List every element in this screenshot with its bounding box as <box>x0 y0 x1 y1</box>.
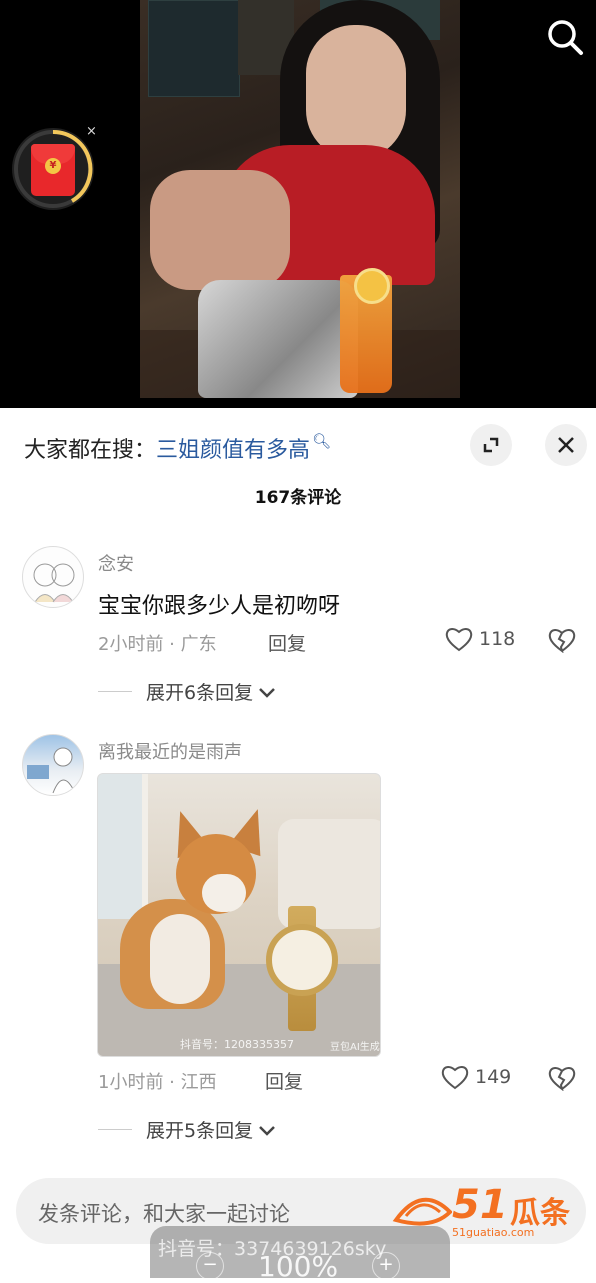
ai-generated-tag: 豆包AI生成 <box>330 1042 380 1053</box>
comment-username[interactable]: 念安 <box>98 550 134 576</box>
lemon-slice <box>354 268 390 304</box>
expand-replies-label: 展开6条回复 <box>146 682 254 704</box>
logo-site: 51guatiao.com <box>452 1226 535 1239</box>
search-icon[interactable] <box>542 14 588 60</box>
like-count: 149 <box>475 1066 512 1088</box>
comment-text: 宝宝你跟多少人是初吻呀 <box>98 594 341 619</box>
corgi-chest <box>150 914 210 1004</box>
like-button[interactable]: 149 <box>441 1064 511 1090</box>
expand-replies[interactable]: 展开5条回复 <box>98 1116 277 1143</box>
video-frame <box>140 0 460 398</box>
broken-heart-icon <box>548 1067 576 1092</box>
like-count: 118 <box>479 628 516 650</box>
corgi-muzzle <box>202 874 246 912</box>
gold-watch <box>266 924 338 996</box>
image-watermark: 抖音号：1208335357 <box>180 1038 294 1051</box>
comment-image[interactable]: 抖音号：1208335357 豆包AI生成 <box>97 773 381 1057</box>
search-suggestion[interactable]: 大家都在搜：三姐颜值有多高 🔍︎ <box>24 432 331 464</box>
person-face <box>306 25 406 160</box>
dislike-button[interactable] <box>548 1065 576 1095</box>
redpacket-icon[interactable]: ¥ <box>31 144 75 196</box>
avatar[interactable] <box>22 546 84 608</box>
comments-panel: 大家都在搜：三姐颜值有多高 🔍︎ 167条评论 念安 宝宝你跟多少人是初吻呀 2小… <box>0 408 596 1283</box>
divider <box>98 1129 132 1130</box>
broken-heart-icon <box>548 629 576 654</box>
window <box>98 774 148 919</box>
video-player[interactable]: ¥ × <box>0 0 596 408</box>
redpacket-widget[interactable]: ¥ <box>12 128 94 210</box>
logo-number: 51 <box>452 1182 508 1228</box>
background-poster <box>148 0 240 97</box>
zoom-level: 100% <box>258 1250 339 1283</box>
comment-time-location: 2小时前 · 广东 <box>98 634 217 655</box>
like-button[interactable]: 118 <box>445 626 515 652</box>
suggestion-prefix: 大家都在搜： <box>24 438 157 463</box>
chevron-down-icon <box>259 687 275 698</box>
fullscreen-button[interactable] <box>470 424 512 466</box>
comment-input-placeholder: 发条评论，和大家一起讨论 <box>38 1202 290 1226</box>
reply-button[interactable]: 回复 <box>268 629 306 656</box>
redpacket-close-icon[interactable]: × <box>86 124 97 139</box>
expand-icon <box>483 437 499 453</box>
expand-replies-label: 展开5条回复 <box>146 1120 254 1142</box>
zoom-overlay: 抖音号：3374639126sky − 100% + <box>150 1226 450 1283</box>
chevron-down-icon <box>259 1125 275 1136</box>
heart-icon <box>445 628 473 652</box>
dislike-button[interactable] <box>548 627 576 657</box>
comment-username[interactable]: 离我最近的是雨声 <box>98 738 242 764</box>
person-arm <box>150 170 290 290</box>
zoom-in-button[interactable]: + <box>372 1252 400 1280</box>
heart-icon <box>441 1066 469 1090</box>
close-panel-button[interactable] <box>545 424 587 466</box>
suggestion-keyword[interactable]: 三姐颜值有多高 <box>156 438 310 463</box>
comments-count: 167条评论 <box>254 488 342 508</box>
avatar[interactable] <box>22 734 84 796</box>
small-search-icon: 🔍︎ <box>312 432 332 450</box>
zoom-out-button[interactable]: − <box>196 1252 224 1280</box>
handbag <box>198 280 358 398</box>
coin-icon: ¥ <box>45 158 61 174</box>
comment-time-location: 1小时前 · 江西 <box>98 1072 217 1093</box>
divider <box>98 691 132 692</box>
reply-button[interactable]: 回复 <box>265 1067 303 1094</box>
expand-replies[interactable]: 展开6条回复 <box>98 678 277 705</box>
close-icon <box>558 437 574 453</box>
